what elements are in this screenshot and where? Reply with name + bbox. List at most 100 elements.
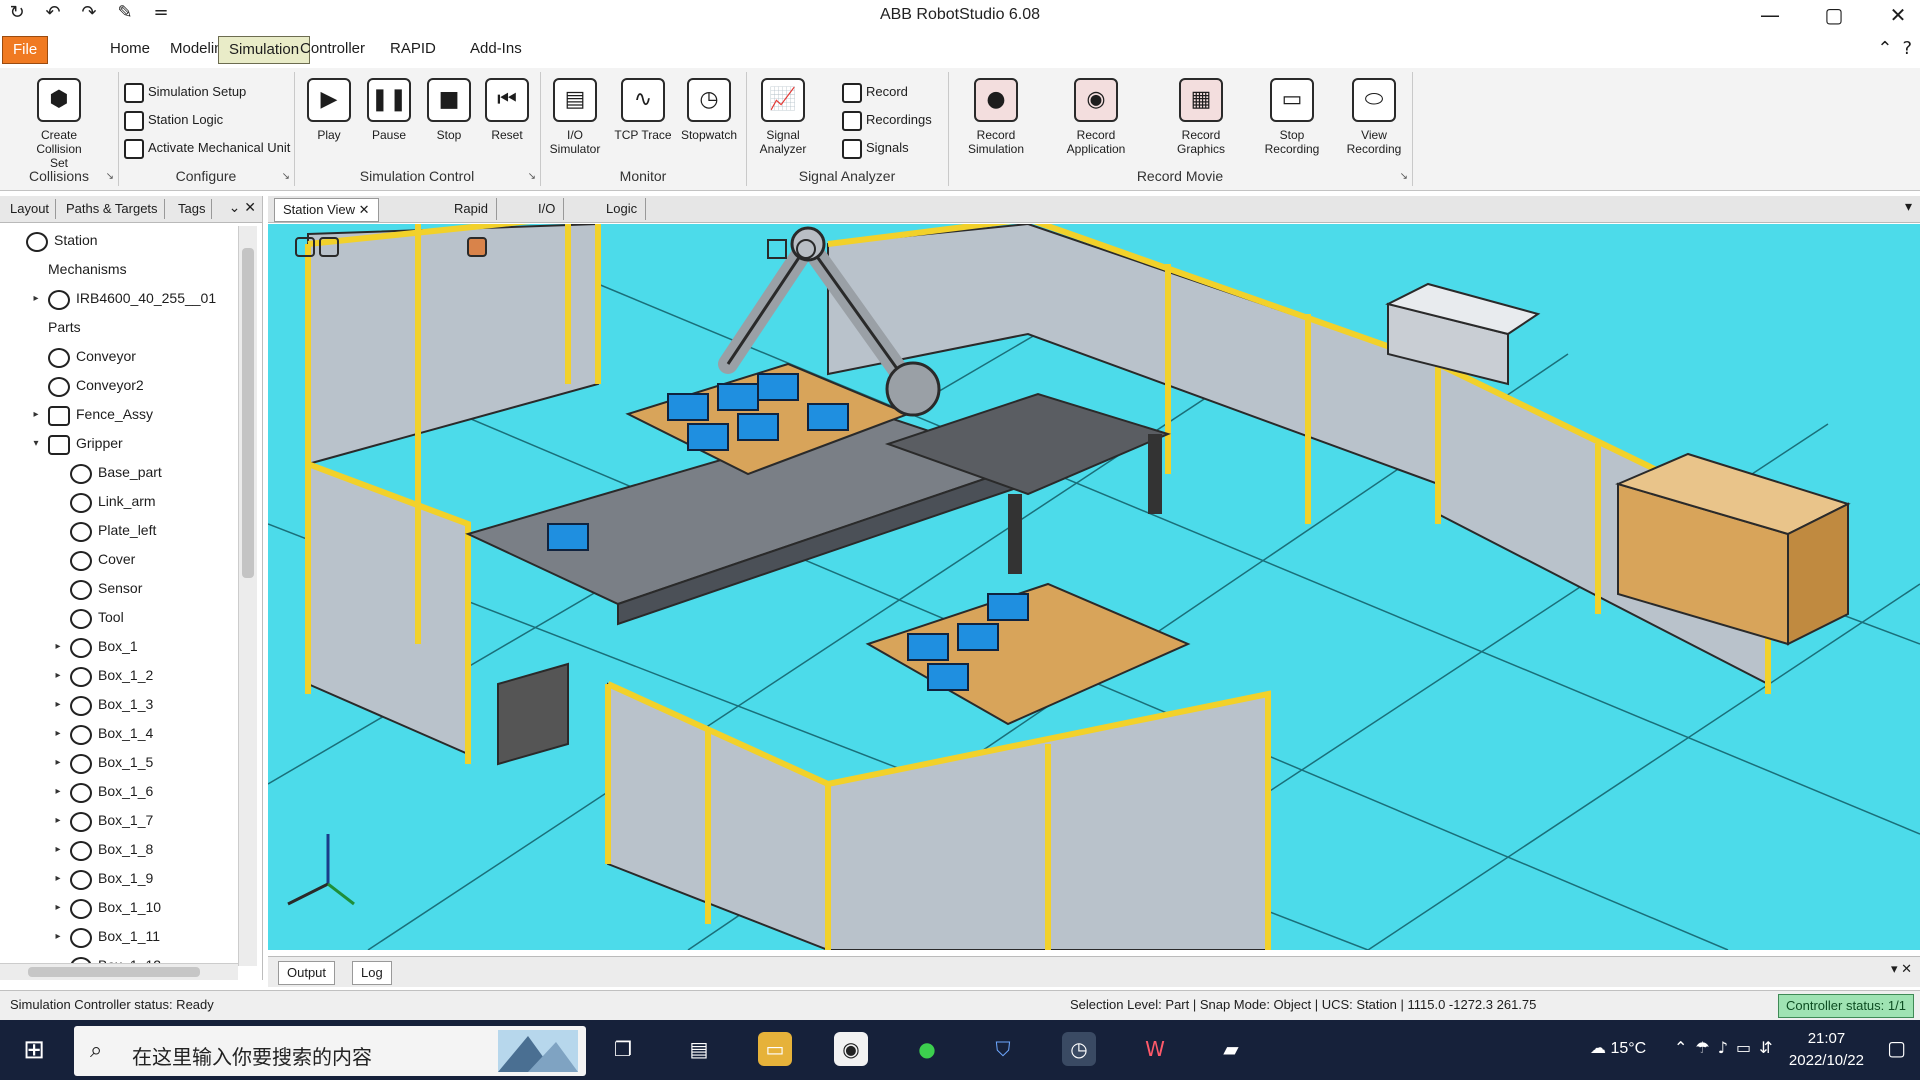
record-button[interactable]: Record [842, 80, 908, 104]
create-collision-set-button[interactable]: ⬢ Create Collision Set [28, 78, 90, 170]
tree-item[interactable]: ▸ Box_1_2 [0, 661, 240, 690]
signals-button[interactable]: Signals [842, 136, 909, 160]
tree-item[interactable]: Sensor [0, 574, 240, 603]
tree-item[interactable]: Tool [0, 603, 240, 632]
wps-icon[interactable]: W [1138, 1032, 1172, 1066]
robotstudio-icon[interactable]: ◷ [1062, 1032, 1096, 1066]
tree-item[interactable]: Mechanisms [0, 255, 240, 284]
tree-item[interactable]: ▸ IRB4600_40_255__01 [0, 284, 240, 313]
dialog-launcher-icon[interactable]: ↘ [282, 171, 290, 182]
expand-toggle-icon[interactable]: ▾ [30, 429, 42, 458]
tree-item[interactable]: Cover [0, 545, 240, 574]
expand-toggle-icon[interactable]: ▸ [52, 835, 64, 864]
view-recording-button[interactable]: ⬭ View Recording [1336, 78, 1412, 156]
signal-analyzer-button[interactable]: 📈 Signal Analyzer [752, 78, 814, 156]
play-button[interactable]: ▶ Play [298, 78, 360, 142]
station-logic-button[interactable]: Station Logic [124, 108, 223, 132]
folder-icon[interactable]: ▭ [758, 1032, 792, 1066]
record-application-button[interactable]: ◉ Record Application [1046, 78, 1146, 156]
close-panel-icon[interactable]: ⌄ ✕ [229, 199, 256, 216]
tree-item[interactable]: ▸ Box_1_6 [0, 777, 240, 806]
tab-tags[interactable]: Tags [172, 199, 213, 219]
tab-layout[interactable]: Layout [4, 199, 57, 219]
close-button[interactable]: ✕ [1886, 2, 1910, 28]
stop-recording-button[interactable]: ▭ Stop Recording [1254, 78, 1330, 156]
tab-home[interactable]: Home [100, 36, 160, 62]
tab-output[interactable]: Output [278, 961, 336, 985]
tab-controller[interactable]: Controller [290, 36, 375, 62]
stop-button[interactable]: ■ Stop [418, 78, 480, 142]
expand-toggle-icon[interactable]: ▸ [52, 864, 64, 893]
expand-toggle-icon[interactable]: ▸ [30, 400, 42, 429]
clock[interactable]: 21:07 2022/10/22 [1789, 1028, 1864, 1072]
output-window-controls[interactable]: ▾ ✕ [1891, 961, 1912, 977]
tree-item[interactable]: ▸ Box_1_8 [0, 835, 240, 864]
tree-item[interactable]: ▸ Box_1_10 [0, 893, 240, 922]
tab-logic[interactable]: Logic [598, 198, 647, 220]
expand-toggle-icon[interactable]: ▸ [52, 661, 64, 690]
wechat-icon[interactable]: ● [910, 1032, 944, 1066]
record-graphics-button[interactable]: ▦ Record Graphics [1156, 78, 1246, 156]
tab-rapid[interactable]: RAPID [380, 36, 446, 62]
dialog-launcher-icon[interactable]: ↘ [1400, 171, 1408, 182]
notification-icon[interactable]: ▢ [1887, 1036, 1906, 1060]
tree-item[interactable]: Base_part [0, 458, 240, 487]
tab-file[interactable]: File [2, 36, 49, 64]
tcp-trace-button[interactable]: ∿ TCP Trace [612, 78, 674, 142]
reset-button[interactable]: ⏮ Reset [476, 78, 538, 142]
tree-item[interactable]: Conveyor [0, 342, 240, 371]
tab-add-ins[interactable]: Add-Ins [460, 36, 532, 62]
tree-item[interactable]: ▸ Box_1 [0, 632, 240, 661]
cloud-drive-icon[interactable]: ▰ [1214, 1032, 1248, 1066]
maximize-button[interactable]: ▢ [1822, 2, 1846, 28]
tree-hscrollbar[interactable] [0, 963, 238, 980]
tree-item[interactable]: ▸ Box_1_9 [0, 864, 240, 893]
recordings-button[interactable]: Recordings [842, 108, 932, 132]
task-view-icon[interactable]: ❐ [606, 1032, 640, 1066]
tree-item[interactable]: Conveyor2 [0, 371, 240, 400]
expand-toggle-icon[interactable]: ▸ [52, 893, 64, 922]
tree-item[interactable]: ▸ Box_1_7 [0, 806, 240, 835]
tree-item[interactable]: Plate_left [0, 516, 240, 545]
record-simulation-button[interactable]: ● Record Simulation [956, 78, 1036, 156]
minimize-button[interactable]: — [1758, 2, 1782, 28]
pause-button[interactable]: ❚❚ Pause [358, 78, 420, 142]
dialog-launcher-icon[interactable]: ↘ [528, 171, 536, 182]
weather-widget[interactable]: ☁ 15°C [1590, 1038, 1646, 1058]
tree-item[interactable]: Station [0, 226, 240, 255]
simulation-setup-button[interactable]: Simulation Setup [124, 80, 246, 104]
expand-toggle-icon[interactable]: ▸ [30, 284, 42, 313]
tree-item[interactable]: ▸ Box_1_4 [0, 719, 240, 748]
camera-icon[interactable]: ◉ [834, 1032, 868, 1066]
expand-toggle-icon[interactable]: ▸ [52, 806, 64, 835]
expand-toggle-icon[interactable]: ▸ [52, 748, 64, 777]
io-simulator-button[interactable]: ▤ I/O Simulator [544, 78, 606, 156]
stopwatch-button[interactable]: ◷ Stopwatch [678, 78, 740, 142]
expand-toggle-icon[interactable]: ▸ [52, 632, 64, 661]
tree-item[interactable]: Link_arm [0, 487, 240, 516]
security-icon[interactable]: ⛉ [986, 1032, 1020, 1066]
collapse-ribbon-icon[interactable]: ⌃ [1877, 38, 1892, 59]
tree-item[interactable]: ▸ Box_1_3 [0, 690, 240, 719]
taskbar-search[interactable]: ⌕ 在这里输入你要搜索的内容 [74, 1026, 586, 1076]
expand-toggle-icon[interactable]: ▸ [52, 922, 64, 951]
tree-scrollbar[interactable] [238, 226, 257, 966]
controller-status-badge[interactable]: Controller status: 1/1 [1778, 994, 1914, 1018]
tree-item[interactable]: ▾ Gripper [0, 429, 240, 458]
tree-item[interactable]: ▸ Fence_Assy [0, 400, 240, 429]
tree-item[interactable]: ▸ Box_1_5 [0, 748, 240, 777]
tab-io[interactable]: I/O [530, 198, 565, 220]
help-icon[interactable]: ? [1902, 38, 1912, 59]
tabs-menu-icon[interactable]: ▾ [1905, 198, 1912, 215]
expand-toggle-icon[interactable]: ▸ [52, 719, 64, 748]
hscroll-thumb[interactable] [28, 967, 200, 977]
windows-start-icon[interactable]: ⊞ [18, 1034, 50, 1066]
files-icon[interactable]: ▤ [682, 1032, 716, 1066]
expand-toggle-icon[interactable]: ▸ [52, 777, 64, 806]
tree-item[interactable]: Parts [0, 313, 240, 342]
tab-paths-targets[interactable]: Paths & Targets [60, 199, 165, 219]
scroll-thumb[interactable] [242, 248, 254, 578]
tab-log[interactable]: Log [352, 961, 392, 985]
tray-icons[interactable]: ⌃☂♪▭⇵ [1674, 1038, 1780, 1057]
activate-mechanical-unit-button[interactable]: Activate Mechanical Unit [124, 136, 290, 160]
